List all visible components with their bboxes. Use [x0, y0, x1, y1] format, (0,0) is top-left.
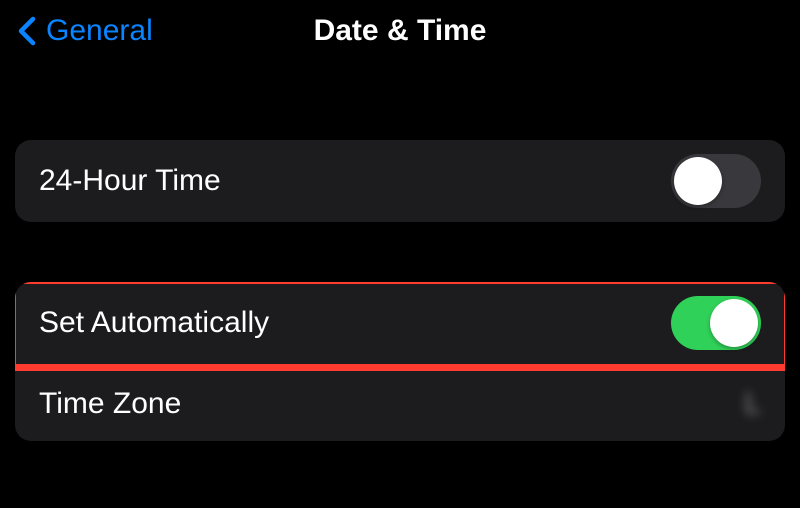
toggle-set-automatically[interactable]: [671, 296, 761, 350]
row-set-automatically[interactable]: Set Automatically: [15, 282, 785, 364]
row-label: Set Automatically: [39, 306, 269, 340]
back-label: General: [46, 14, 153, 48]
nav-header: General Date & Time: [0, 0, 800, 62]
row-value: L: [744, 387, 761, 421]
chevron-left-icon: [18, 16, 36, 46]
back-button[interactable]: General: [18, 14, 153, 48]
content: 24-Hour Time Set Automatically Time Zone…: [0, 140, 800, 441]
row-time-zone[interactable]: Time Zone L: [15, 365, 785, 441]
row-24hour-time[interactable]: 24-Hour Time: [15, 140, 785, 222]
toggle-24hour-time[interactable]: [671, 154, 761, 208]
page-title: Date & Time: [314, 14, 487, 48]
toggle-knob: [674, 157, 722, 205]
toggle-knob: [710, 299, 758, 347]
settings-group-time-format: 24-Hour Time: [15, 140, 785, 222]
row-label: 24-Hour Time: [39, 164, 221, 198]
row-label: Time Zone: [39, 387, 181, 421]
settings-group-automatic: Set Automatically Time Zone L: [15, 282, 785, 441]
